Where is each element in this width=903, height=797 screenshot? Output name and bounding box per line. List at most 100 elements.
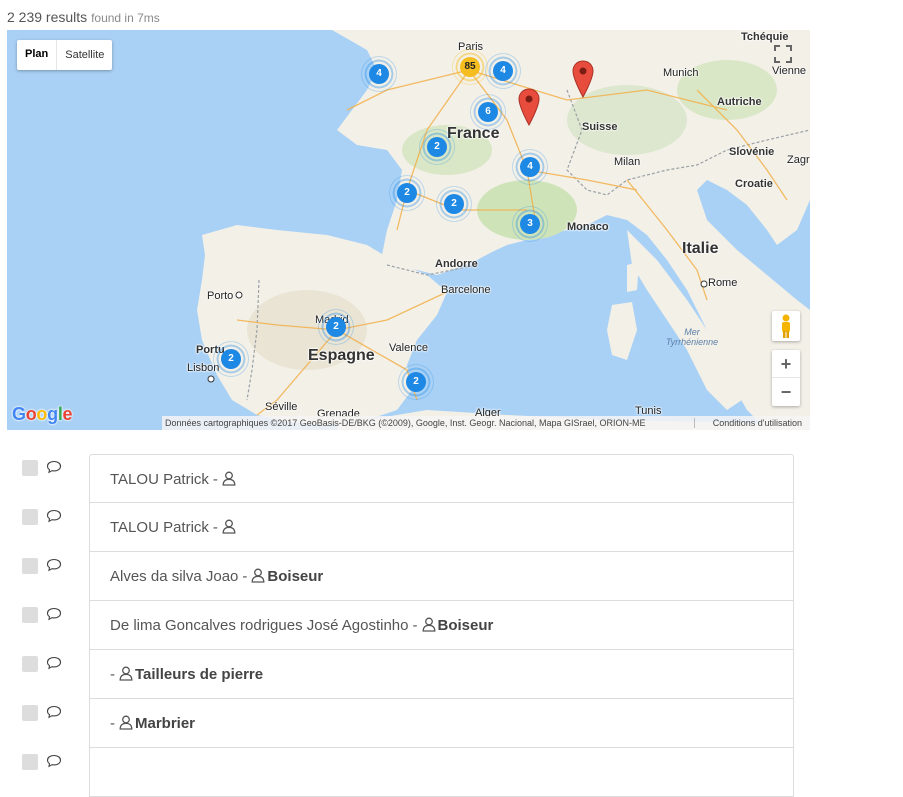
result-row: TALOU Patrick - — [0, 454, 903, 503]
map-cluster[interactable]: 2 — [318, 309, 354, 345]
logo-letter: G — [12, 404, 26, 424]
cluster-count: 4 — [493, 61, 513, 81]
map-cluster[interactable]: 6 — [470, 94, 506, 130]
label-espagne: Espagne — [308, 347, 375, 364]
label-monaco: Monaco — [567, 221, 609, 233]
result-card[interactable] — [89, 748, 794, 797]
label-italie: Italie — [682, 240, 719, 257]
cluster-count: 4 — [520, 157, 540, 177]
label-suisse: Suisse — [582, 121, 618, 133]
terms-link[interactable]: Conditions d'utilisation — [713, 416, 802, 430]
cluster-count: 2 — [427, 137, 447, 157]
map-cluster[interactable]: 4 — [485, 53, 521, 89]
map-type-plan-button[interactable]: Plan — [17, 40, 58, 70]
user-icon — [251, 554, 265, 603]
select-checkbox[interactable] — [22, 607, 38, 623]
user-icon — [119, 701, 133, 750]
result-name: TALOU Patrick — [110, 471, 209, 488]
label-slovenie: Slovénie — [729, 146, 775, 158]
comment-icon[interactable] — [46, 607, 62, 621]
map-cluster[interactable]: 85 — [452, 49, 488, 85]
map[interactable]: Paris France Munich Tchéquie Vienne Autr… — [7, 30, 810, 430]
result-card[interactable]: TALOU Patrick - — [89, 454, 794, 503]
comment-icon[interactable] — [46, 460, 62, 474]
label-munich: Munich — [663, 67, 699, 79]
select-checkbox[interactable] — [22, 509, 38, 525]
google-logo: Google — [12, 404, 73, 425]
result-row: Alves da silva Joao - Boiseur — [0, 552, 903, 601]
zoom-in-button[interactable]: + — [772, 350, 800, 378]
result-card[interactable]: Alves da silva Joao - Boiseur — [89, 552, 794, 601]
result-row: - Marbrier — [0, 699, 903, 748]
select-checkbox[interactable] — [22, 754, 38, 770]
map-cluster[interactable]: 3 — [512, 206, 548, 242]
fullscreen-icon[interactable] — [769, 40, 797, 68]
map-type-satellite-button[interactable]: Satellite — [57, 40, 112, 70]
result-card[interactable]: - Tailleurs de pierre — [89, 650, 794, 699]
zoom-out-button[interactable]: − — [772, 378, 800, 406]
select-checkbox[interactable] — [22, 460, 38, 476]
cluster-count: 85 — [460, 57, 480, 77]
map-cluster[interactable]: 2 — [419, 129, 455, 165]
map-cluster[interactable]: 2 — [398, 364, 434, 400]
map-cluster[interactable]: 2 — [389, 175, 425, 211]
result-name: TALOU Patrick — [110, 519, 209, 536]
street-view-pegman-icon[interactable] — [772, 311, 800, 341]
label-sea-line1: Mer — [684, 327, 700, 337]
label-croatie: Croatie — [735, 178, 773, 190]
result-name: Alves da silva Joao — [110, 568, 239, 585]
logo-letter: g — [47, 404, 58, 424]
result-row — [0, 748, 903, 797]
result-role: Tailleurs de pierre — [135, 666, 264, 683]
result-separator: - — [110, 666, 115, 683]
cluster-count: 2 — [397, 183, 417, 203]
user-icon — [222, 457, 236, 506]
map-marker-icon[interactable] — [518, 88, 540, 126]
map-cluster[interactable]: 2 — [213, 341, 249, 377]
map-cluster[interactable]: 4 — [512, 149, 548, 185]
label-sea: Mer Tyrrhénienne — [662, 327, 722, 347]
cluster-count: 2 — [406, 372, 426, 392]
results-list: TALOU Patrick - TALOU Patrick - Alves da sil… — [0, 454, 903, 797]
map-cluster[interactable]: 2 — [436, 186, 472, 222]
result-row: TALOU Patrick - — [0, 503, 903, 552]
result-name: De lima Goncalves rodrigues José Agostin… — [110, 617, 409, 634]
result-separator: - — [110, 715, 115, 732]
logo-letter: e — [62, 404, 73, 424]
label-milan: Milan — [614, 156, 641, 168]
map-attribution: Données cartographiques ©2017 GeoBasis-D… — [162, 416, 810, 430]
logo-letter: o — [25, 404, 37, 424]
comment-icon[interactable] — [46, 705, 62, 719]
label-sea-line2: Tyrrhénienne — [665, 337, 719, 347]
user-icon — [422, 603, 436, 652]
label-zagreb: Zagr — [787, 154, 810, 166]
comment-icon[interactable] — [46, 656, 62, 670]
comment-icon[interactable] — [46, 509, 62, 523]
label-porto: Porto — [207, 290, 234, 302]
results-summary: 2 239 results found in 7ms — [7, 9, 160, 25]
pegman-figure-icon — [782, 314, 790, 338]
map-cluster[interactable]: 4 — [361, 56, 397, 92]
select-checkbox[interactable] — [22, 656, 38, 672]
result-row: - Tailleurs de pierre — [0, 650, 903, 699]
result-separator: - — [212, 471, 218, 488]
comment-icon[interactable] — [46, 754, 62, 768]
label-barcelone: Barcelone — [441, 284, 491, 296]
result-separator: - — [242, 568, 248, 585]
label-autriche: Autriche — [717, 96, 762, 108]
result-card[interactable]: De lima Goncalves rodrigues José Agostin… — [89, 601, 794, 650]
label-valence: Valence — [389, 342, 428, 354]
label-andorre: Andorre — [435, 258, 478, 270]
select-checkbox[interactable] — [22, 558, 38, 574]
select-checkbox[interactable] — [22, 705, 38, 721]
results-count: 2 239 results — [7, 9, 88, 25]
map-type-control: Plan Satellite — [17, 40, 113, 70]
result-role: Boiseur — [437, 617, 494, 634]
logo-letter: o — [36, 404, 48, 424]
result-card[interactable]: - Marbrier — [89, 699, 794, 748]
result-card[interactable]: TALOU Patrick - — [89, 503, 794, 552]
comment-icon[interactable] — [46, 558, 62, 572]
result-separator: - — [412, 617, 418, 634]
map-marker-icon[interactable] — [572, 60, 594, 98]
user-icon — [119, 652, 133, 701]
